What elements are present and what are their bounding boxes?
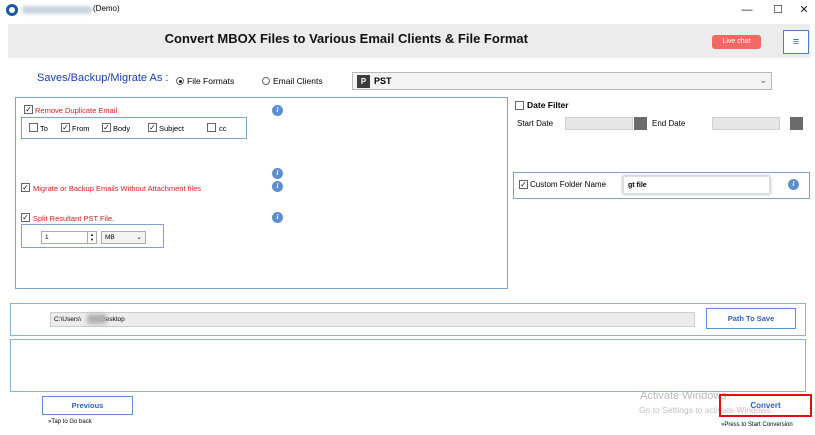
field-from-checkbox[interactable]: ✓: [61, 123, 70, 132]
end-date-label: End Date: [652, 119, 686, 128]
convert-button[interactable]: Convert: [719, 394, 812, 417]
field-body-label: Body: [113, 124, 131, 133]
field-cc-label: cc: [219, 124, 227, 133]
app-window: (Demo) — ☐ ✕ Convert MBOX Files to Vario…: [0, 0, 815, 435]
field-subject-label: Subject: [159, 124, 185, 133]
end-date-picker-icon[interactable]: [790, 117, 803, 130]
chevron-down-icon: ⌄: [759, 75, 767, 85]
previous-hint: »Tap to Go back: [48, 419, 92, 425]
header-bar: Convert MBOX Files to Various Email Clie…: [8, 24, 810, 58]
live-chat-button[interactable]: Live chat: [712, 35, 761, 49]
split-size-stepper[interactable]: 1 ▲ ▼: [41, 231, 97, 244]
path-to-save-button[interactable]: Path To Save: [706, 308, 796, 329]
email-clients-label: Email Clients: [273, 76, 323, 86]
hamburger-icon: ≡: [792, 36, 800, 48]
info-icon[interactable]: i: [272, 105, 283, 116]
field-body-checkbox[interactable]: ✓: [102, 123, 111, 132]
minimize-button[interactable]: —: [738, 2, 756, 18]
close-button[interactable]: ✕: [795, 2, 813, 18]
info-icon[interactable]: i: [272, 212, 283, 223]
file-formats-label: File Formats: [187, 76, 235, 86]
email-clients-radio[interactable]: [262, 77, 270, 85]
remove-duplicate-checkbox[interactable]: ✓: [24, 105, 33, 114]
menu-button[interactable]: ≡: [783, 30, 809, 54]
migrate-without-attachment-checkbox[interactable]: ✓: [21, 183, 30, 192]
end-date-field[interactable]: [712, 117, 780, 130]
format-select[interactable]: P PST ⌄: [352, 72, 772, 90]
file-formats-radio[interactable]: [176, 77, 184, 85]
start-date-picker-icon[interactable]: [634, 117, 647, 130]
window-title: (Demo): [93, 4, 120, 13]
app-logo-icon: [6, 4, 18, 16]
split-unit-value: MB: [105, 234, 115, 241]
path-prefix: C:\Users\: [54, 316, 82, 323]
split-unit-select[interactable]: MB ⌄: [101, 231, 146, 244]
info-icon[interactable]: i: [788, 179, 799, 190]
remove-duplicate-label: Remove Duplicate Email: [35, 106, 118, 115]
custom-folder-label: Custom Folder Name: [530, 180, 607, 189]
custom-folder-input[interactable]: gt file: [623, 176, 770, 194]
split-pst-checkbox[interactable]: ✓: [21, 213, 30, 222]
split-pst-label: Split Resultant PST File.: [33, 214, 115, 223]
start-date-label: Start Date: [517, 119, 554, 128]
previous-button[interactable]: Previous: [42, 396, 133, 415]
migrate-without-attachment-label: Migrate or Backup Emails Without Attachm…: [33, 184, 201, 193]
field-from-label: From: [72, 124, 90, 133]
stepper-arrows-icon[interactable]: ▲ ▼: [87, 232, 96, 243]
username-blur: [87, 314, 107, 324]
maximize-button[interactable]: ☐: [769, 2, 787, 18]
pst-icon: P: [357, 75, 370, 88]
chevron-down-icon: ⌄: [136, 234, 142, 241]
date-filter-label: Date Filter: [527, 100, 569, 110]
format-value: PST: [374, 76, 392, 86]
field-cc-checkbox[interactable]: [207, 123, 216, 132]
custom-folder-checkbox[interactable]: ✓: [519, 180, 528, 189]
page-title: Convert MBOX Files to Various Email Clie…: [164, 31, 528, 46]
start-date-field[interactable]: [565, 117, 633, 130]
destination-path-input[interactable]: C:\Users\ \Desktop: [50, 312, 695, 327]
date-filter-checkbox[interactable]: [515, 101, 524, 110]
field-to-label: To: [40, 124, 48, 133]
convert-hint: »Press to Start Conversion: [721, 422, 793, 428]
saves-label: Saves/Backup/Migrate As :: [37, 72, 169, 84]
activate-windows-title: Activate Windows: [640, 390, 727, 402]
split-size-value: 1: [45, 234, 49, 241]
log-panel: [10, 339, 806, 392]
field-subject-checkbox[interactable]: ✓: [148, 123, 157, 132]
title-bar: [0, 0, 815, 20]
app-name-redacted: [22, 6, 92, 14]
info-icon[interactable]: i: [272, 181, 283, 192]
info-icon[interactable]: i: [272, 168, 283, 179]
field-to-checkbox[interactable]: [29, 123, 38, 132]
